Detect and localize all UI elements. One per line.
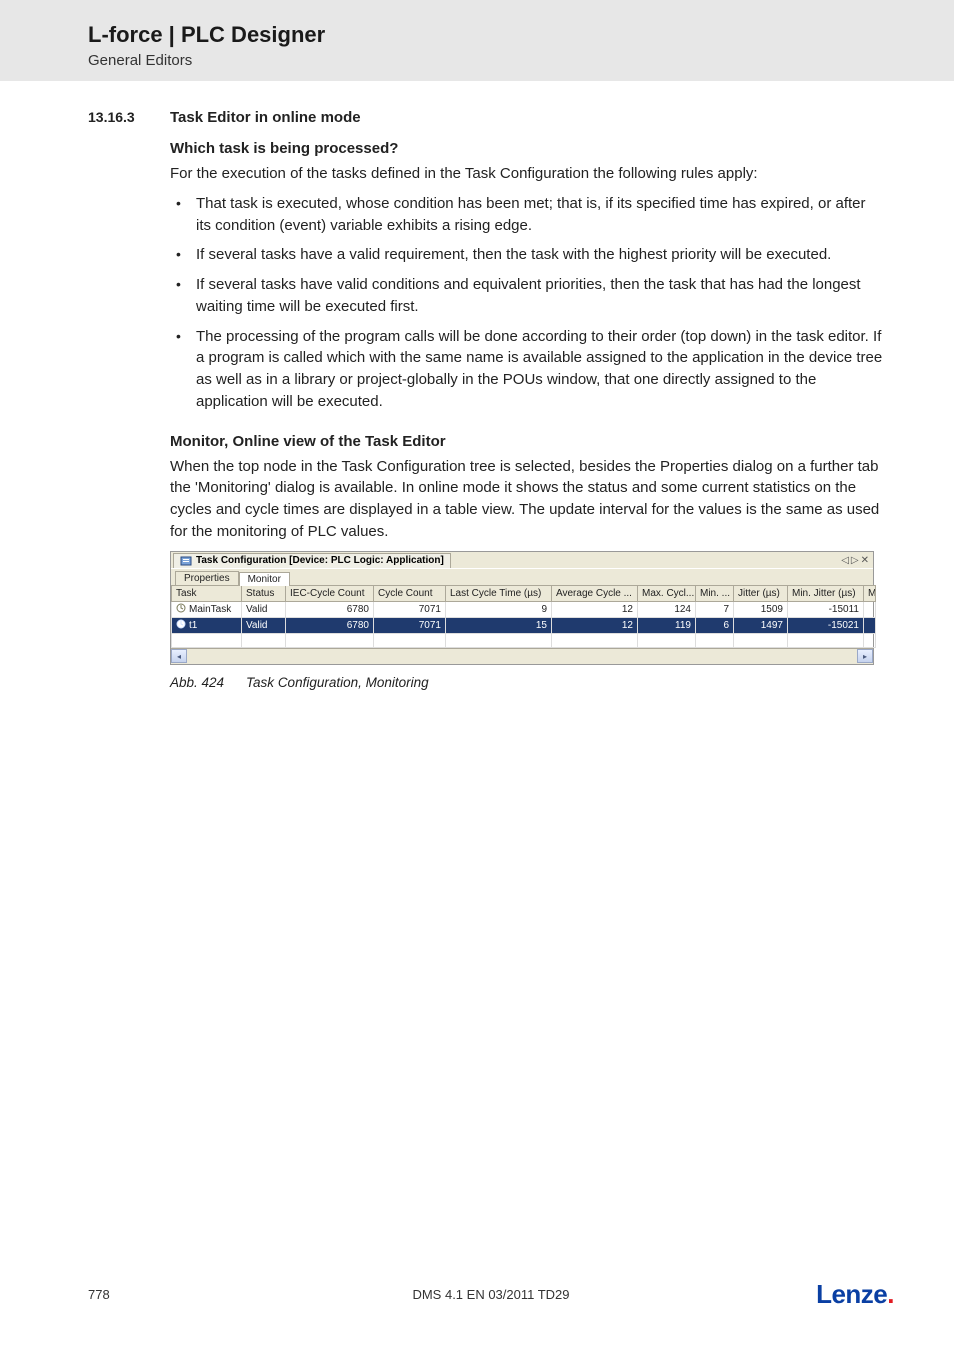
doc-subtitle: General Editors [88,52,954,69]
next-tab-icon[interactable]: ▷ [851,555,859,566]
cell-task: t1 [172,617,242,633]
table-row[interactable]: MainTask Valid 6780 7071 9 12 124 7 1509… [172,601,876,617]
task-config-window: Task Configuration [Device: PLC Logic: A… [170,551,874,665]
brand-logo: Lenze. [812,1279,894,1310]
tab-label: Monitor [248,574,281,585]
col-header[interactable]: IEC-Cycle Count [286,585,374,601]
monitor-panel: Task Status IEC-Cycle Count Cycle Count … [171,585,873,664]
monitor-table: Task Status IEC-Cycle Count Cycle Count … [171,585,876,648]
cell-value: -15011 [788,601,864,617]
col-header[interactable]: Status [242,585,286,601]
cell-value: 7071 [374,617,446,633]
window-tab-controls: ◁ ▷ ✕ [841,555,871,566]
col-header[interactable]: Cycle Count [374,585,446,601]
window-tab[interactable]: Task Configuration [Device: PLC Logic: A… [173,553,451,568]
cell-value: -15021 [788,617,864,633]
section-body: Which task is being processed? For the e… [170,140,884,690]
scroll-left-icon[interactable]: ◂ [171,649,187,663]
col-header[interactable]: Last Cycle Time (µs) [446,585,552,601]
list-item: If several tasks have valid conditions a… [170,274,884,318]
scroll-right-icon[interactable]: ▸ [857,649,873,663]
tab-label: Properties [184,573,230,584]
col-header[interactable]: Task [172,585,242,601]
list-item: That task is executed, whose condition h… [170,193,884,237]
cell-value [864,601,876,617]
col-header[interactable]: Average Cycle ... [552,585,638,601]
cell-value: 119 [638,617,696,633]
cell-value: MainTask [189,604,231,615]
intro-paragraph: For the execution of the tasks defined i… [170,163,884,185]
cell-value: Valid [242,601,286,617]
prev-tab-icon[interactable]: ◁ [841,555,849,566]
cell-value: 15 [446,617,552,633]
task-config-icon [180,555,192,567]
task-clock-icon [176,619,186,632]
page-footer: 778 DMS 4.1 EN 03/2011 TD29 Lenze. [88,1279,894,1310]
col-header[interactable]: Max. Cycl... [638,585,696,601]
sub-tab-bar: Properties Monitor [171,568,873,585]
page-header: L-force | PLC Designer General Editors [0,0,954,81]
monitor-paragraph: When the top node in the Task Configurat… [170,456,884,543]
footer-doc-id: DMS 4.1 EN 03/2011 TD29 [412,1287,569,1302]
page-number: 778 [88,1287,110,1302]
close-icon[interactable]: ✕ [861,555,869,566]
caption-text: Task Configuration, Monitoring [246,675,429,690]
list-item: If several tasks have a valid requiremen… [170,244,884,266]
col-header[interactable]: Min. ... [696,585,734,601]
list-item: The processing of the program calls will… [170,326,884,413]
cell-value: 7 [696,601,734,617]
cell-value: Valid [242,617,286,633]
cell-value: 124 [638,601,696,617]
cell-value: 6780 [286,601,374,617]
rules-list: That task is executed, whose condition h… [170,193,884,413]
col-header[interactable]: Min. Jitter (µs) [788,585,864,601]
cell-value: 7071 [374,601,446,617]
cell-value: 6 [696,617,734,633]
cell-value: 9 [446,601,552,617]
cell-value [864,617,876,633]
section-heading-row: 13.16.3 Task Editor in online mode [88,109,884,126]
figure-caption: Abb. 424 Task Configuration, Monitoring [170,675,884,690]
table-row[interactable]: t1 Valid 6780 7071 15 12 119 6 1497 -150… [172,617,876,633]
section-title: Task Editor in online mode [170,109,361,126]
window-tab-bar: Task Configuration [Device: PLC Logic: A… [171,552,873,568]
section-question: Which task is being processed? [170,140,884,157]
brand-text: Lenze [816,1279,887,1309]
section-number: 13.16.3 [88,109,170,125]
horizontal-scrollbar[interactable]: ◂ ▸ [171,648,873,664]
cell-value: 1497 [734,617,788,633]
cell-value: 12 [552,601,638,617]
cell-value: 12 [552,617,638,633]
doc-title: L-force | PLC Designer [88,22,954,48]
cell-value: t1 [189,620,197,631]
task-clock-icon [176,603,186,616]
cell-value: 6780 [286,617,374,633]
tab-properties[interactable]: Properties [175,571,239,585]
brand-dot-icon: . [887,1279,894,1309]
table-header-row: Task Status IEC-Cycle Count Cycle Count … [172,585,876,601]
tab-monitor[interactable]: Monitor [239,572,290,586]
scroll-track[interactable] [187,649,857,663]
content-area: 13.16.3 Task Editor in online mode Which… [0,81,954,690]
caption-label: Abb. 424 [170,675,224,690]
subsection-heading: Monitor, Online view of the Task Editor [170,433,884,450]
table-row [172,633,876,647]
window-tab-label: Task Configuration [Device: PLC Logic: A… [196,555,444,566]
col-header[interactable]: Jitter (µs) [734,585,788,601]
cell-value: 1509 [734,601,788,617]
col-header[interactable]: M [864,585,876,601]
cell-task: MainTask [172,601,242,617]
